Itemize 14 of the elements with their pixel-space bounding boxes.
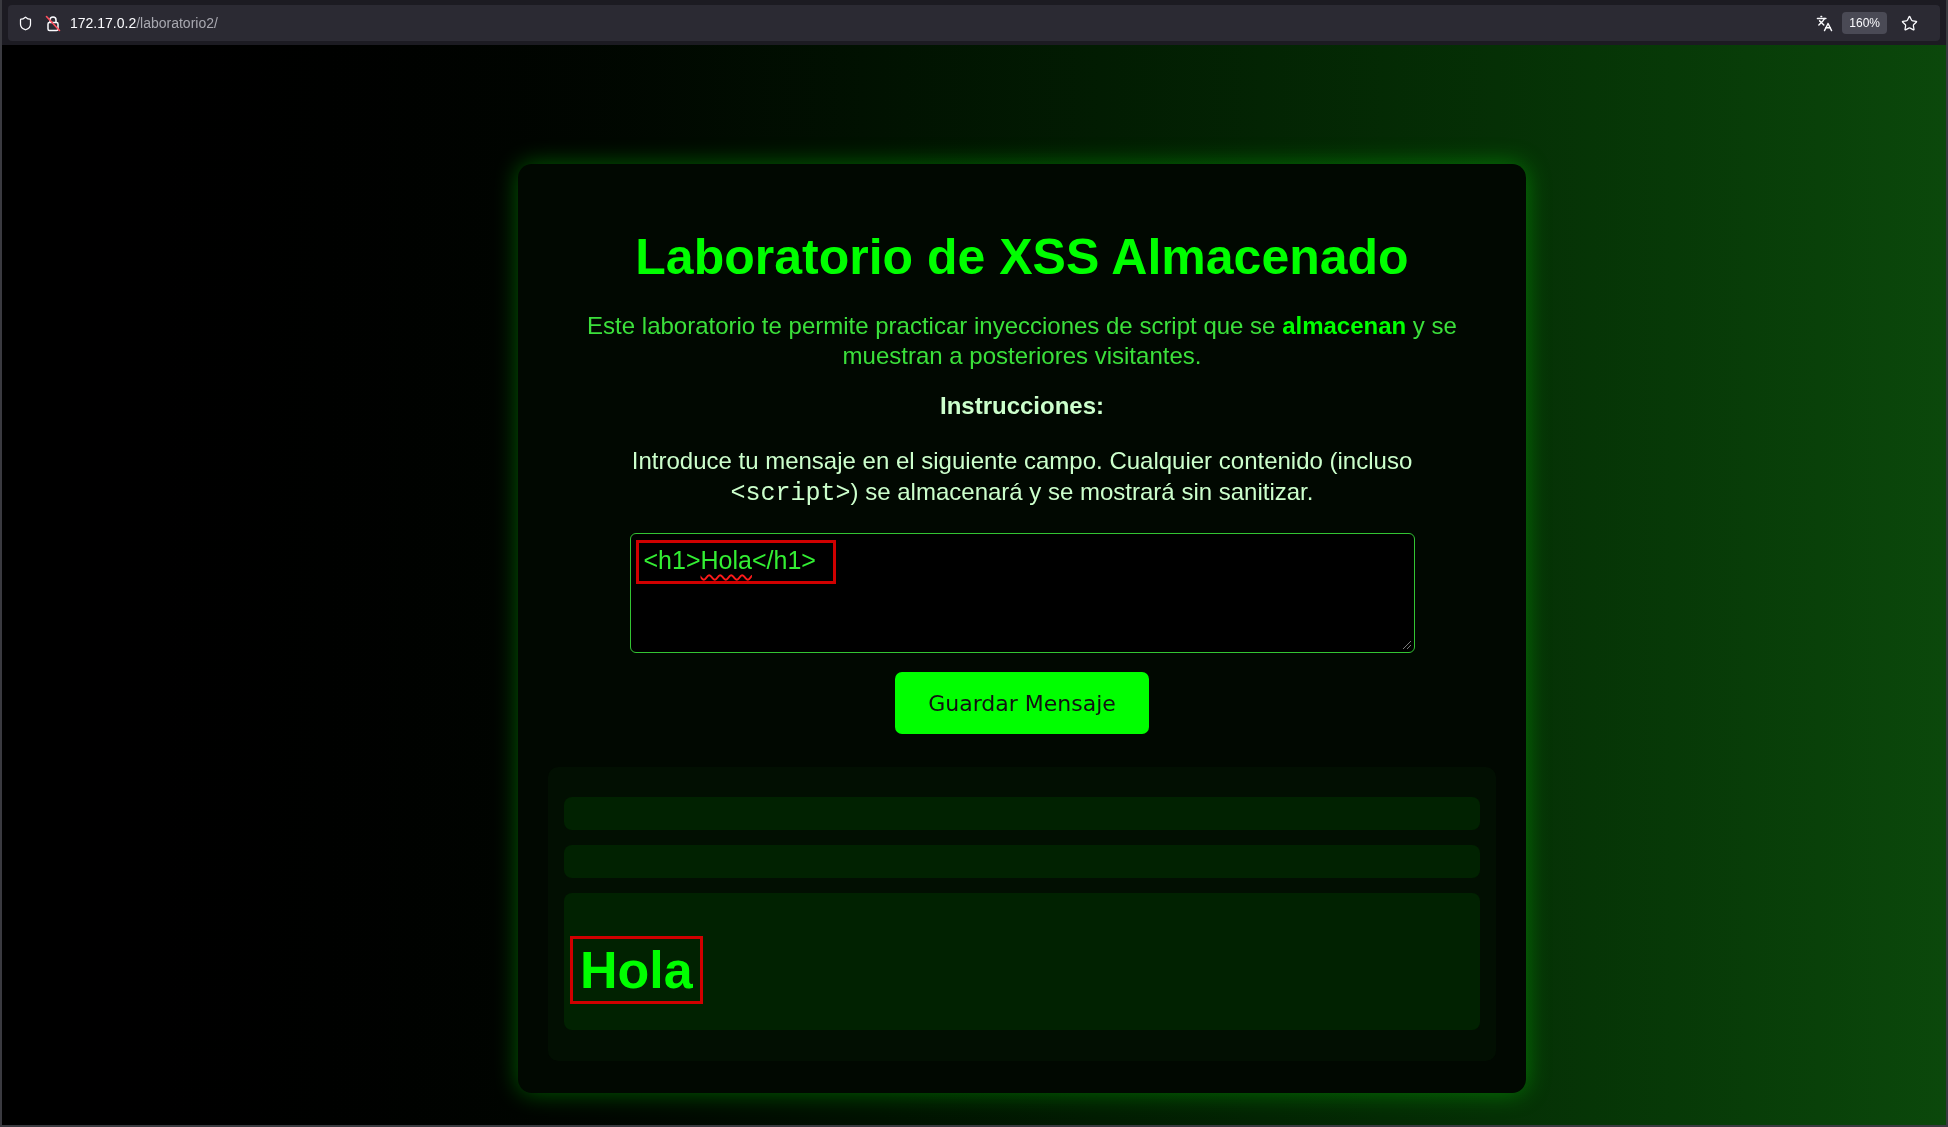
- zoom-level-button[interactable]: 160%: [1842, 12, 1887, 34]
- shield-icon[interactable]: [18, 15, 33, 31]
- url-text[interactable]: 172.17.0.2/laboratorio2/: [70, 12, 218, 34]
- star-icon[interactable]: [1901, 14, 1918, 32]
- translate-icon[interactable]: [1816, 14, 1834, 32]
- resize-grip-icon[interactable]: [1401, 640, 1412, 650]
- save-button[interactable]: Guardar Mensaje: [895, 672, 1149, 734]
- page-title: Laboratorio de XSS Almacenado: [635, 228, 1409, 286]
- instructions-text: Introduce tu mensaje en el siguiente campo. Cualquier contenido (incluso <script>) se almacenará y se mostrará sin sanitizar.: [630, 446, 1414, 509]
- instructions-heading: Instrucciones:: [939, 391, 1104, 421]
- message-field[interactable]: <h1>Hola</h1>: [629, 533, 1415, 653]
- intro-text: Este laboratorio te permite practicar inyecciones de script que se almacenan y se muestran a posteriores visitantes.: [586, 311, 1458, 371]
- message-heading: Hola: [580, 940, 693, 1001]
- crossed-lock-icon: [45, 14, 61, 32]
